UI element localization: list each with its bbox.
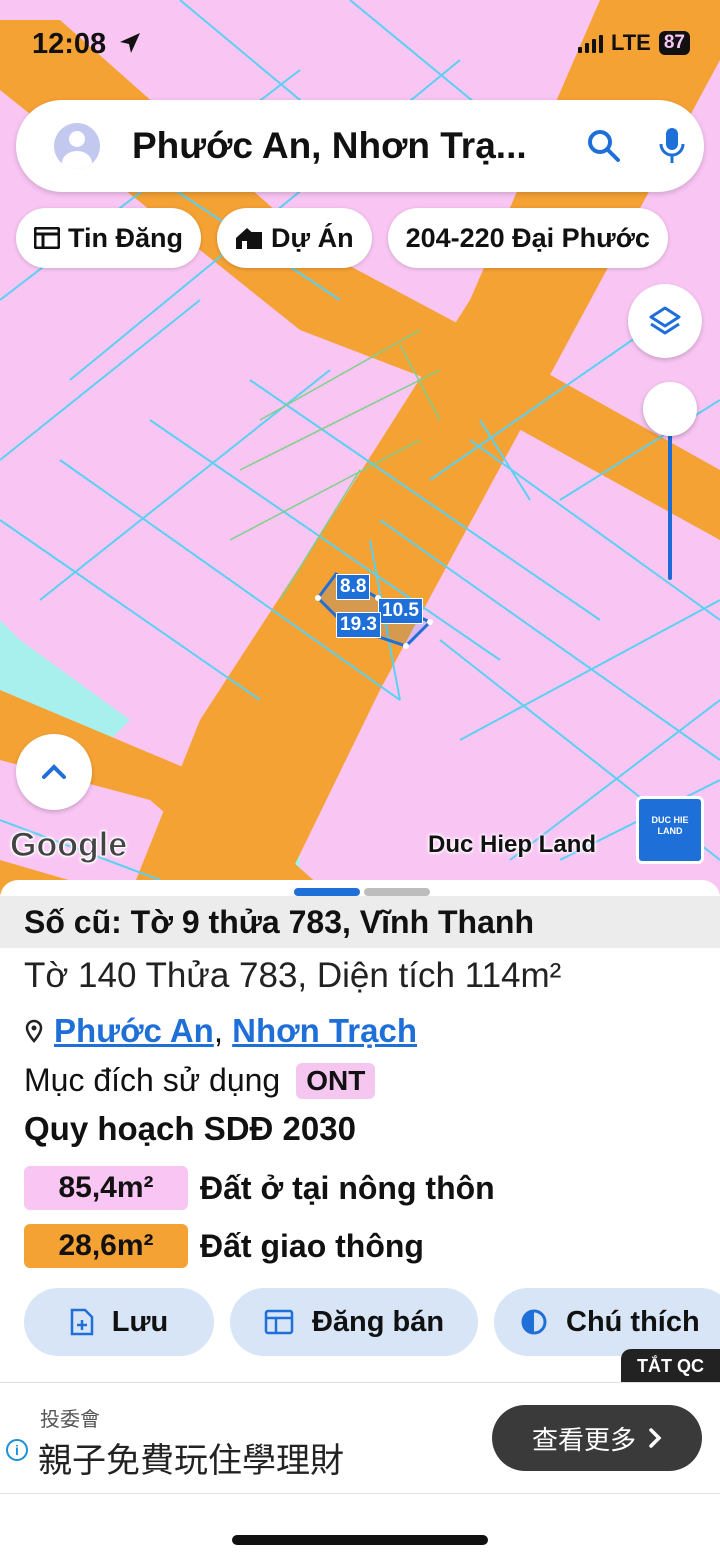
dimension-label-top: 8.8 bbox=[336, 574, 371, 600]
search-bar[interactable]: Phước An, Nhơn Trạ... bbox=[16, 100, 704, 192]
filter-chips: Tin Đăng Dự Án 204-220 Đại Phước bbox=[16, 208, 668, 268]
brand-label: Duc Hiep Land bbox=[428, 831, 597, 858]
chip-label: Dự Án bbox=[271, 222, 354, 253]
plan-title: Quy hoạch SDĐ 2030 bbox=[24, 1110, 356, 1147]
parcel-info: Tờ 140 Thửa 783, Diện tích 114m² bbox=[24, 956, 562, 995]
opacity-slider-track[interactable] bbox=[668, 430, 672, 580]
chip-label: Tin Đăng bbox=[68, 222, 184, 253]
chevron-right-icon bbox=[649, 1428, 662, 1448]
ad-banner[interactable]: i 投委會 親子免費玩住學理財 查看更多 bbox=[0, 1382, 720, 1494]
avatar[interactable] bbox=[54, 123, 100, 169]
opacity-slider-knob[interactable] bbox=[643, 382, 697, 436]
file-plus-icon bbox=[70, 1308, 94, 1336]
ad-cta-label: 查看更多 bbox=[531, 1424, 636, 1455]
purpose-code-badge: ONT bbox=[296, 1062, 376, 1099]
district-link[interactable]: Nhơn Trạch bbox=[232, 1012, 417, 1049]
search-icon[interactable] bbox=[582, 124, 626, 168]
battery-icon: 87 bbox=[658, 31, 696, 55]
location-arrow-icon bbox=[120, 33, 141, 53]
dimension-label-bottom: 19.3 bbox=[336, 612, 381, 638]
brand-logo[interactable]: DUC HIE LAND bbox=[636, 796, 704, 864]
ad-text: 親子免費玩住學理財 bbox=[38, 1442, 344, 1480]
listing-icon bbox=[264, 1309, 294, 1335]
expand-up-button[interactable] bbox=[16, 734, 92, 810]
info-icon[interactable]: i bbox=[6, 1439, 28, 1461]
layers-icon bbox=[649, 306, 681, 335]
hide-ads-button[interactable]: TẮT QC bbox=[621, 1349, 720, 1383]
ad-brand: 投委會 bbox=[40, 1409, 100, 1431]
status-time: 12:08 bbox=[32, 28, 142, 61]
newspaper-icon bbox=[34, 227, 60, 249]
contrast-icon bbox=[521, 1309, 547, 1335]
chip-du-an[interactable]: Dự Án bbox=[217, 208, 372, 268]
legend-button-label: Chú thích bbox=[566, 1305, 700, 1338]
signal-icon bbox=[577, 33, 603, 53]
google-attribution: Google bbox=[9, 826, 128, 865]
location-separator: , bbox=[213, 1012, 223, 1049]
legend-button[interactable]: Chú thích bbox=[494, 1288, 720, 1356]
pager-dot[interactable] bbox=[364, 888, 430, 896]
pager-dot-active[interactable] bbox=[294, 888, 360, 896]
save-button[interactable]: Lưu bbox=[24, 1288, 214, 1356]
chevron-up-icon bbox=[42, 764, 66, 779]
search-input[interactable]: Phước An, Nhơn Trạ... bbox=[132, 125, 582, 167]
status-time-text: 12:08 bbox=[32, 28, 107, 60]
chip-address[interactable]: 204-220 Đại Phước bbox=[387, 208, 668, 268]
building-icon bbox=[236, 228, 263, 249]
parcel-info-sheet[interactable]: Số cũ: Tờ 9 thửa 783, Vĩnh Thanh Tờ 140 … bbox=[0, 880, 720, 1559]
dimension-label-right: 10.5 bbox=[378, 598, 423, 624]
plan-area-value: 28,6m² bbox=[24, 1224, 188, 1268]
save-button-label: Lưu bbox=[111, 1305, 169, 1338]
network-type: LTE bbox=[610, 30, 651, 55]
ad-cta-button[interactable]: 查看更多 bbox=[492, 1405, 702, 1471]
map-view[interactable]: 8.8 10.5 19.3 12:08 LTE 87 Phước An, Nhơ… bbox=[0, 0, 720, 895]
ward-link[interactable]: Phước An bbox=[54, 1012, 214, 1049]
post-sale-button[interactable]: Đăng bán bbox=[230, 1288, 478, 1356]
status-right: LTE 87 bbox=[577, 30, 696, 56]
location-pin-icon bbox=[25, 1019, 43, 1043]
layers-button[interactable] bbox=[628, 284, 702, 358]
plan-item-road: 28,6m² Đất giao thông bbox=[24, 1224, 424, 1268]
old-parcel-title: Số cũ: Tờ 9 thửa 783, Vĩnh Thanh bbox=[0, 896, 720, 948]
plan-area-value: 85,4m² bbox=[24, 1166, 188, 1210]
location-row: Phước An, Nhơn Trạch bbox=[24, 1012, 417, 1050]
purpose-label: Mục đích sử dụng bbox=[24, 1062, 281, 1098]
chip-tin-dang[interactable]: Tin Đăng bbox=[16, 208, 202, 268]
plan-area-label: Đất ở tại nông thôn bbox=[200, 1169, 495, 1206]
microphone-icon[interactable] bbox=[650, 124, 694, 168]
chip-label: 204-220 Đại Phước bbox=[405, 222, 650, 253]
land-purpose-row: Mục đích sử dụng ONT bbox=[24, 1062, 376, 1099]
home-indicator[interactable] bbox=[232, 1535, 488, 1545]
plan-area-label: Đất giao thông bbox=[200, 1227, 424, 1264]
plan-item-residential: 85,4m² Đất ở tại nông thôn bbox=[24, 1166, 495, 1210]
sheet-pager[interactable] bbox=[294, 888, 430, 896]
status-bar: 12:08 LTE 87 bbox=[0, 0, 720, 88]
action-buttons: Lưu Đăng bán Chú thích bbox=[24, 1288, 720, 1356]
post-sale-button-label: Đăng bán bbox=[311, 1305, 445, 1338]
